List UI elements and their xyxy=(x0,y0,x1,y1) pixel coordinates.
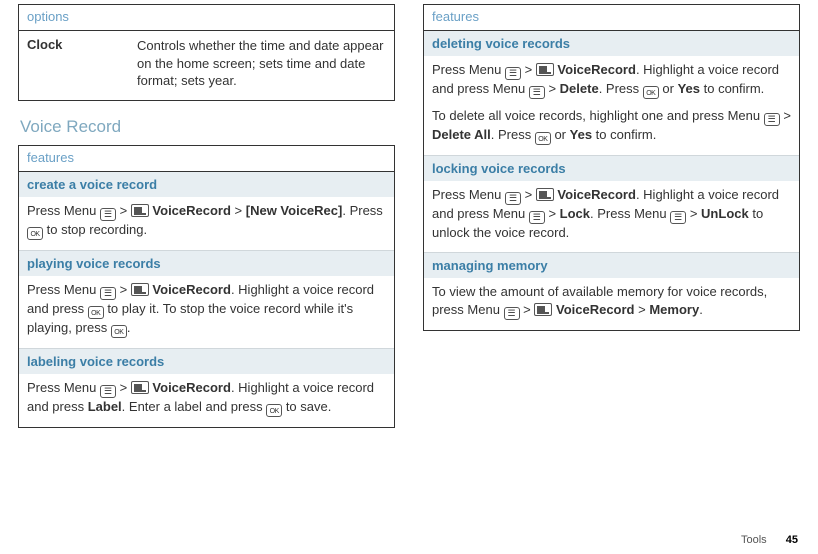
bold-text: VoiceRecord xyxy=(149,203,231,218)
page-footer: Tools 45 xyxy=(741,534,798,546)
bold-text: [New VoiceRec] xyxy=(246,203,343,218)
option-name: Clock xyxy=(27,37,137,90)
feature-body-labeling: Press Menu > VoiceRecord. Highlight a vo… xyxy=(19,374,394,427)
features-header: features xyxy=(424,5,799,31)
bold-text: Lock xyxy=(560,206,590,221)
options-table: options Clock Controls whether the time … xyxy=(18,4,395,101)
text: > xyxy=(520,302,535,317)
option-row-clock: Clock Controls whether the time and date… xyxy=(19,31,394,100)
feature-body-locking: Press Menu > VoiceRecord. Highlight a vo… xyxy=(424,181,799,252)
feature-title-deleting: deleting voice records xyxy=(424,31,799,56)
voice-record-heading: Voice Record xyxy=(20,117,395,137)
text: > xyxy=(780,108,791,123)
left-column: options Clock Controls whether the time … xyxy=(18,4,395,444)
text: Press Menu xyxy=(27,203,100,218)
menu-key-icon xyxy=(505,192,521,205)
text: > xyxy=(635,302,650,317)
feature-body-playing: Press Menu > VoiceRecord. Highlight a vo… xyxy=(19,276,394,348)
bold-text: Yes xyxy=(678,81,700,96)
text: . xyxy=(127,320,131,335)
text: > xyxy=(116,380,131,395)
text: . xyxy=(699,302,703,317)
features-table-left: features create a voice record Press Men… xyxy=(18,145,395,428)
menu-key-icon xyxy=(100,385,116,398)
ok-key-icon xyxy=(535,132,551,145)
text: Press Menu xyxy=(27,282,100,297)
bold-text: VoiceRecord xyxy=(149,380,231,395)
text: or xyxy=(551,127,570,142)
ok-key-icon xyxy=(643,86,659,99)
right-column: features deleting voice records Press Me… xyxy=(423,4,800,444)
text: > xyxy=(521,62,536,77)
menu-key-icon xyxy=(670,211,686,224)
feature-title-create: create a voice record xyxy=(19,172,394,197)
menu-key-icon xyxy=(529,86,545,99)
features-table-right: features deleting voice records Press Me… xyxy=(423,4,800,331)
text: > xyxy=(686,206,701,221)
option-description: Controls whether the time and date appea… xyxy=(137,37,386,90)
media-icon xyxy=(534,303,552,316)
text: . Press xyxy=(599,81,643,96)
feature-title-playing: playing voice records xyxy=(19,250,394,276)
bold-text: VoiceRecord xyxy=(554,187,636,202)
text: . Press xyxy=(491,127,535,142)
ok-key-icon xyxy=(266,404,282,417)
text: > xyxy=(116,282,131,297)
text: to save. xyxy=(282,399,331,414)
menu-key-icon xyxy=(100,287,116,300)
feature-title-memory: managing memory xyxy=(424,252,799,278)
page-number: 45 xyxy=(786,534,798,546)
bold-text: VoiceRecord xyxy=(149,282,231,297)
media-icon xyxy=(131,204,149,217)
text: > xyxy=(231,203,246,218)
menu-key-icon xyxy=(504,307,520,320)
menu-key-icon xyxy=(764,113,780,126)
ok-key-icon xyxy=(111,325,127,338)
bold-text: VoiceRecord xyxy=(554,62,636,77)
media-icon xyxy=(536,63,554,76)
bold-text: VoiceRecord xyxy=(552,302,634,317)
text: or xyxy=(659,81,678,96)
menu-key-icon xyxy=(529,211,545,224)
text: > xyxy=(116,203,131,218)
footer-section: Tools xyxy=(741,534,767,546)
feature-title-locking: locking voice records xyxy=(424,155,799,181)
media-icon xyxy=(536,188,554,201)
options-header: options xyxy=(19,5,394,31)
feature-body-deleting: Press Menu > VoiceRecord. Highlight a vo… xyxy=(424,56,799,155)
text: . Press Menu xyxy=(590,206,670,221)
text: To delete all voice records, highlight o… xyxy=(432,108,764,123)
text: . Enter a label and press xyxy=(122,399,267,414)
bold-text: Memory xyxy=(649,302,699,317)
ok-key-icon xyxy=(88,306,104,319)
menu-key-icon xyxy=(100,208,116,221)
text: to confirm. xyxy=(592,127,656,142)
media-icon xyxy=(131,381,149,394)
text: Press Menu xyxy=(432,187,505,202)
feature-body-memory: To view the amount of available memory f… xyxy=(424,278,799,330)
text: > xyxy=(545,81,560,96)
text: > xyxy=(521,187,536,202)
feature-title-labeling: labeling voice records xyxy=(19,348,394,374)
text: . Press xyxy=(342,203,382,218)
bold-text: Delete xyxy=(560,81,599,96)
ok-key-icon xyxy=(27,227,43,240)
features-header: features xyxy=(19,146,394,172)
bold-text: Delete All xyxy=(432,127,491,142)
text: Press Menu xyxy=(27,380,100,395)
bold-text: UnLock xyxy=(701,206,749,221)
text: > xyxy=(545,206,560,221)
text: to confirm. xyxy=(700,81,764,96)
menu-key-icon xyxy=(505,67,521,80)
bold-text: Label xyxy=(88,399,122,414)
media-icon xyxy=(131,283,149,296)
feature-body-create: Press Menu > VoiceRecord > [New VoiceRec… xyxy=(19,197,394,250)
bold-text: Yes xyxy=(570,127,592,142)
text: to stop recording. xyxy=(43,222,147,237)
text: Press Menu xyxy=(432,62,505,77)
